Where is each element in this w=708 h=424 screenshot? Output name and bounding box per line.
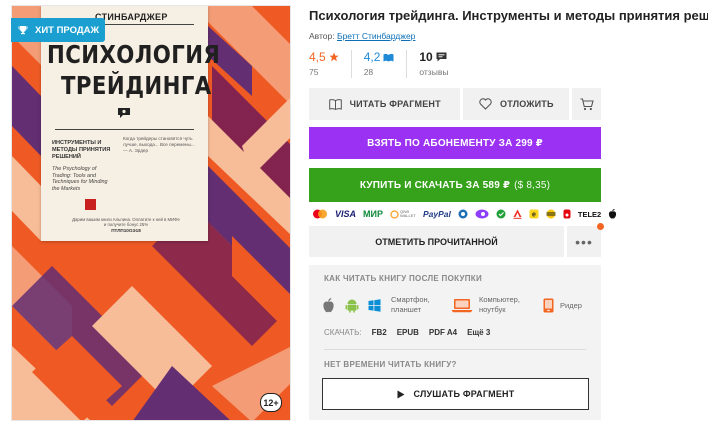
platform-reader[interactable] xyxy=(543,298,554,313)
apple-icon xyxy=(323,297,334,312)
cover-english-title: The Psychology of Trading: Tools and Tec… xyxy=(52,166,108,192)
listen-fragment-button[interactable]: СЛУШАТЬ ФРАГМЕНТ xyxy=(322,378,589,410)
listen-fragment-label: СЛУШАТЬ ФРАГМЕНТ xyxy=(413,389,515,399)
book-open-icon xyxy=(383,53,394,61)
mark-read-button[interactable]: ОТМЕТИТЬ ПРОЧИТАННОЙ xyxy=(309,226,564,257)
play-icon xyxy=(397,390,405,398)
euroset-icon: e xyxy=(529,209,539,219)
livelib-rating-value: 4,2 xyxy=(363,50,381,64)
heart-icon xyxy=(479,98,492,110)
android-icon xyxy=(345,299,359,313)
star-icon xyxy=(329,52,339,62)
defer-button[interactable]: ОТЛОЖИТЬ xyxy=(463,88,570,120)
buy-label: КУПИТЬ И СКАЧАТЬ ЗА 589 ₽ xyxy=(359,179,511,191)
cart-icon xyxy=(580,97,594,110)
format-pdf-a4[interactable]: PDF A4 xyxy=(429,328,457,337)
payment-methods: VISA МИР QIWI WALLET PayPal e TELE2 xyxy=(312,206,617,222)
format-epub[interactable]: EPUB xyxy=(397,328,419,337)
cover-title-line1: ПСИХОЛОГИЯ xyxy=(47,40,221,69)
read-fragment-button[interactable]: ЧИТАТЬ ФРАГМЕНТ xyxy=(309,88,461,120)
trophy-icon xyxy=(18,26,28,35)
reviews-count-value: 10 xyxy=(419,50,433,64)
cover-author: СТИНБАРДЖЕР xyxy=(95,12,168,22)
download-formats: СКАЧАТЬ: FB2 EPUB PDF A4 Ещё 3 xyxy=(324,328,490,337)
buy-button[interactable]: КУПИТЬ И СКАЧАТЬ ЗА 589 ₽ ($ 8,35) xyxy=(309,168,601,202)
open-book-icon xyxy=(328,98,342,110)
litres-rating-value: 4,5 xyxy=(309,50,326,64)
author-row: Автор: Бретт Стинбарджер xyxy=(309,31,415,41)
buy-usd-price: ($ 8,35) xyxy=(514,179,551,191)
tele2-icon: TELE2 xyxy=(577,209,602,219)
mir-icon: МИР xyxy=(363,209,383,219)
reader-label: Ридер xyxy=(560,300,582,310)
mark-row: ОТМЕТИТЬ ПРОЧИТАННОЙ ••• xyxy=(309,226,601,257)
author-label: Автор: xyxy=(309,31,335,41)
format-fb2[interactable]: FB2 xyxy=(372,328,387,337)
cover-blurb: Когда трейдеры становятся чуть лучше, вы… xyxy=(123,136,195,153)
apple-pay-icon xyxy=(608,209,617,219)
no-time-label: НЕТ ВРЕМЕНИ ЧИТАТЬ КНИГУ? xyxy=(324,360,457,369)
beeline-icon xyxy=(546,209,556,219)
speech-bubble-icon xyxy=(118,108,130,118)
windows-icon xyxy=(368,298,381,312)
svg-text:e: e xyxy=(532,212,536,219)
divider xyxy=(324,349,586,350)
livelib-rating[interactable]: 4,2 28 xyxy=(364,50,408,78)
age-rating-badge: 12+ xyxy=(260,393,282,412)
cart-button[interactable] xyxy=(572,88,601,120)
notification-dot xyxy=(597,223,604,230)
read-fragment-label: ЧИТАТЬ ФРАГМЕНТ xyxy=(349,99,441,109)
platform-windows[interactable] xyxy=(368,298,381,312)
sberbank-icon xyxy=(496,209,506,219)
platform-android[interactable] xyxy=(345,298,359,313)
computer-label: Компьютер, ноутбук xyxy=(479,295,520,314)
smartphone-label: Смартфон, планшет xyxy=(391,295,430,314)
livelib-rating-count: 28 xyxy=(363,67,374,77)
litres-rating-count: 75 xyxy=(309,67,319,77)
download-label: СКАЧАТЬ: xyxy=(324,328,362,337)
cover-promo-code: ПТЛП10ОЭ18 xyxy=(111,228,141,233)
ereader-icon xyxy=(543,298,554,312)
cover-promo: Дарим вашим книги Альпина. Оплатите к не… xyxy=(72,217,180,228)
defer-label: ОТЛОЖИТЬ xyxy=(500,99,554,109)
more-options-button[interactable]: ••• xyxy=(567,226,601,257)
qiwi-label: QIWI WALLET xyxy=(399,208,416,218)
yoomoney-icon xyxy=(475,209,489,219)
comment-icon xyxy=(436,52,447,62)
how-to-read-title: КАК ЧИТАТЬ КНИГУ ПОСЛЕ ПОКУПКИ xyxy=(324,274,483,283)
laptop-icon xyxy=(451,298,473,312)
book-title: Психология трейдинга. Инструменты и мето… xyxy=(309,8,708,23)
platform-list: Смартфон, планшет Компьютер, ноутбук Рид… xyxy=(322,295,582,315)
ratings-row: 4,5 75 4,2 28 10 отзывы xyxy=(309,50,472,78)
webmoney-icon xyxy=(458,209,468,219)
visa-icon: VISA xyxy=(335,209,357,219)
bestseller-badge: ХИТ ПРОДАЖ xyxy=(11,18,105,42)
alfa-icon xyxy=(513,209,522,219)
author-link[interactable]: Бретт Стинбарджер xyxy=(337,31,415,41)
how-to-read-panel: КАК ЧИТАТЬ КНИГУ ПОСЛЕ ПОКУПКИ Смартфон,… xyxy=(309,265,601,420)
cover-title-line2: ТРЕЙДИНГА xyxy=(61,71,212,100)
mastercard-icon xyxy=(312,209,328,219)
qiwi-icon: QIWI WALLET xyxy=(390,208,416,219)
reviews-count[interactable]: 10 отзывы xyxy=(419,50,460,78)
mts-icon xyxy=(563,209,571,219)
platform-ios[interactable] xyxy=(322,297,335,313)
paypal-icon: PayPal xyxy=(422,209,451,219)
more-formats-link[interactable]: Ещё 3 xyxy=(467,328,490,337)
secondary-actions: ЧИТАТЬ ФРАГМЕНТ ОТЛОЖИТЬ xyxy=(309,88,601,120)
reviews-label: отзывы xyxy=(419,67,449,77)
badge-label: ХИТ ПРОДАЖ xyxy=(35,24,100,36)
litres-rating[interactable]: 4,5 75 xyxy=(309,50,352,78)
publisher-logo xyxy=(85,199,96,210)
cover-subtitle: ИНСТРУМЕНТЫ И МЕТОДЫ ПРИНЯТИЯ РЕШЕНИЙ xyxy=(52,140,111,160)
subscription-button[interactable]: ВЗЯТЬ ПО АБОНЕМЕНТУ ЗА 299 ₽ xyxy=(309,127,601,159)
platform-computer[interactable] xyxy=(451,298,473,313)
book-cover[interactable]: СТИНБАРДЖЕР ПСИХОЛОГИЯ ТРЕЙДИНГА ИНСТРУМ… xyxy=(11,5,291,421)
